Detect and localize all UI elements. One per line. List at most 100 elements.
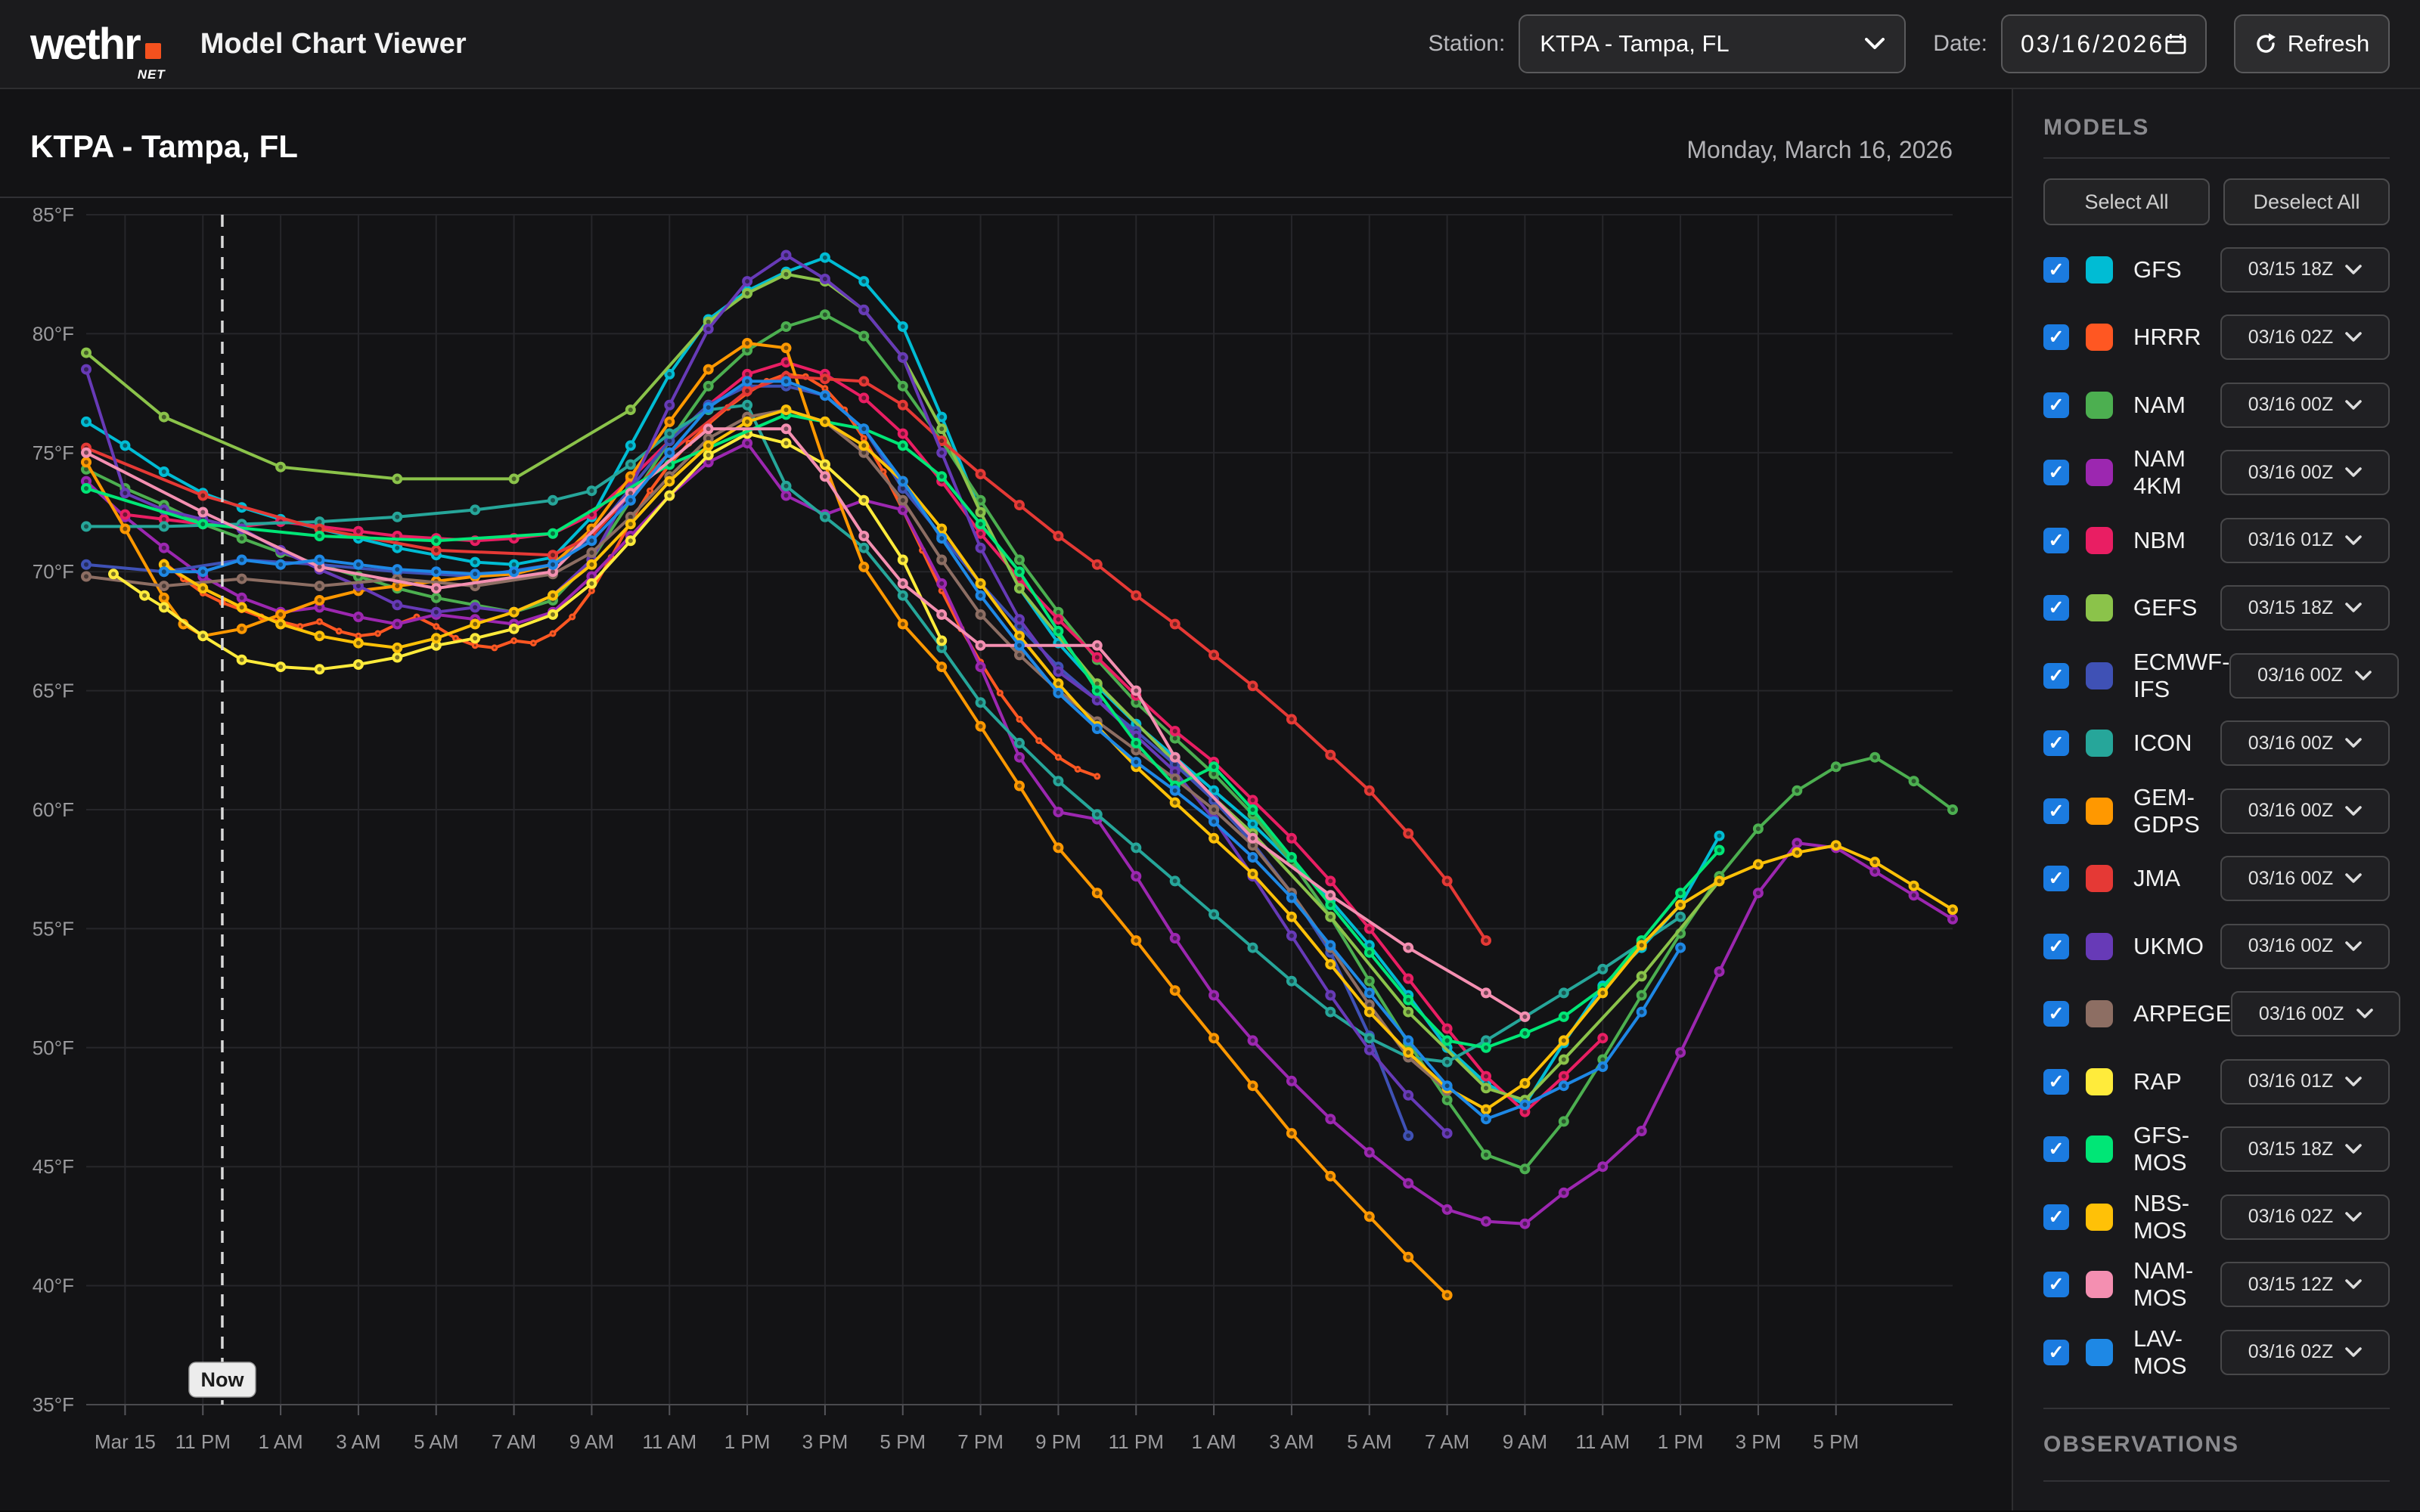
model-color-swatch xyxy=(2086,1136,2113,1163)
model-color-swatch xyxy=(2086,459,2113,486)
model-color-swatch xyxy=(2086,662,2113,689)
model-run-select[interactable]: 03/16 01Z xyxy=(2220,1059,2390,1105)
model-checkbox[interactable]: ✓ xyxy=(2043,1001,2069,1027)
refresh-button[interactable]: Refresh xyxy=(2234,14,2390,73)
model-run-value: 03/16 00Z xyxy=(2248,462,2334,484)
model-checkbox[interactable]: ✓ xyxy=(2043,1069,2069,1095)
svg-text:7 AM: 7 AM xyxy=(492,1430,536,1453)
svg-text:Mar 15: Mar 15 xyxy=(95,1430,156,1453)
observations-section-header: OBSERVATIONS xyxy=(2043,1432,2390,1458)
model-checkbox[interactable]: ✓ xyxy=(2043,460,2069,485)
model-run-value: 03/15 18Z xyxy=(2248,259,2334,280)
page-title: Model Chart Viewer xyxy=(200,28,467,60)
model-row-gfs: ✓GFS03/15 18Z xyxy=(2043,236,2390,304)
svg-text:7 AM: 7 AM xyxy=(1425,1430,1469,1453)
model-name-label: NAM 4KM xyxy=(2133,445,2220,500)
model-row-lav-mos: ✓LAV-MOS03/16 02Z xyxy=(2043,1318,2390,1387)
chevron-down-icon xyxy=(2345,941,2362,952)
model-run-value: 03/16 00Z xyxy=(2259,1003,2344,1025)
model-color-swatch xyxy=(2086,392,2113,419)
model-run-select[interactable]: 03/16 02Z xyxy=(2220,1194,2390,1240)
model-checkbox[interactable]: ✓ xyxy=(2043,257,2069,283)
svg-text:1 AM: 1 AM xyxy=(258,1430,302,1453)
model-color-swatch xyxy=(2086,256,2113,284)
model-checkbox[interactable]: ✓ xyxy=(2043,595,2069,621)
series-arpege xyxy=(81,404,1453,1095)
date-input[interactable]: 03/16/2026 xyxy=(2001,14,2207,73)
model-color-swatch xyxy=(2086,798,2113,825)
station-select-value: KTPA - Tampa, FL xyxy=(1540,30,1729,57)
logo-dot-icon xyxy=(145,43,161,59)
model-chart-viewer-app: { "header": { "logo_word": "wethr", "log… xyxy=(0,0,2420,1512)
model-run-select[interactable]: 03/16 00Z xyxy=(2220,720,2390,766)
refresh-icon xyxy=(2254,33,2277,55)
chevron-down-icon xyxy=(2345,1279,2362,1290)
model-list: ✓GFS03/15 18Z✓HRRR03/16 02Z✓NAM03/16 00Z… xyxy=(2043,236,2390,1387)
model-color-swatch xyxy=(2086,527,2113,554)
svg-text:40°F: 40°F xyxy=(33,1275,74,1297)
svg-text:35°F: 35°F xyxy=(33,1393,74,1416)
chevron-down-icon xyxy=(2345,806,2362,816)
model-name-label: JMA xyxy=(2133,865,2220,892)
date-label: Date: xyxy=(1933,31,1987,57)
select-all-button[interactable]: Select All xyxy=(2043,178,2210,225)
model-run-value: 03/16 02Z xyxy=(2248,327,2334,349)
chevron-down-icon xyxy=(2345,738,2362,748)
model-run-select[interactable]: 03/16 00Z xyxy=(2220,789,2390,834)
svg-text:9 AM: 9 AM xyxy=(1503,1430,1547,1453)
model-checkbox[interactable]: ✓ xyxy=(2043,1272,2069,1297)
model-checkbox[interactable]: ✓ xyxy=(2043,730,2069,756)
model-run-select[interactable]: 03/16 00Z xyxy=(2220,450,2390,495)
model-run-value: 03/16 00Z xyxy=(2257,665,2343,686)
date-input-value: 03/16/2026 xyxy=(2021,30,2164,58)
model-row-nam-4km: ✓ NAM 4KM 03/16 00Z xyxy=(2043,439,2390,507)
app-logo: wethr NET xyxy=(30,19,161,70)
model-checkbox[interactable]: ✓ xyxy=(2043,663,2069,689)
model-color-swatch xyxy=(2086,324,2113,351)
sidebar: MODELS Select All Deselect All ✓GFS03/15… xyxy=(2012,89,2420,1510)
svg-text:70°F: 70°F xyxy=(33,560,74,583)
model-checkbox[interactable]: ✓ xyxy=(2043,392,2069,418)
deselect-all-button[interactable]: Deselect All xyxy=(2223,178,2390,225)
svg-text:11 PM: 11 PM xyxy=(175,1430,231,1453)
model-checkbox[interactable]: ✓ xyxy=(2043,528,2069,553)
model-run-select[interactable]: 03/16 00Z xyxy=(2231,991,2400,1036)
model-run-select[interactable]: 03/15 18Z xyxy=(2220,1126,2390,1172)
model-run-select[interactable]: 03/16 00Z xyxy=(2220,856,2390,901)
chevron-down-icon xyxy=(2345,1347,2362,1358)
model-run-value: 03/15 18Z xyxy=(2248,1139,2334,1160)
model-checkbox[interactable]: ✓ xyxy=(2043,1136,2069,1162)
model-run-select[interactable]: 03/16 02Z xyxy=(2220,1330,2390,1375)
model-checkbox[interactable]: ✓ xyxy=(2043,798,2069,824)
model-checkbox[interactable]: ✓ xyxy=(2043,866,2069,891)
svg-text:9 PM: 9 PM xyxy=(1035,1430,1081,1453)
model-row-gem-gdps: ✓GEM-GDPS03/16 00Z xyxy=(2043,777,2390,845)
model-row-nam-mos: ✓NAM-MOS03/15 12Z xyxy=(2043,1251,2390,1319)
models-section-header: MODELS xyxy=(2043,115,2390,141)
model-name-label: NAM xyxy=(2133,392,2220,419)
divider xyxy=(2043,1408,2390,1409)
model-run-select[interactable]: 03/16 00Z xyxy=(2220,383,2390,428)
model-color-swatch xyxy=(2086,1339,2113,1366)
model-run-value: 03/16 02Z xyxy=(2248,1341,2334,1363)
model-run-select[interactable]: 03/15 12Z xyxy=(2220,1262,2390,1307)
chevron-down-icon xyxy=(2345,1144,2362,1154)
model-name-label: ICON xyxy=(2133,730,2220,757)
model-run-select[interactable]: 03/16 00Z xyxy=(2229,653,2399,699)
model-run-select[interactable]: 03/16 00Z xyxy=(2220,924,2390,969)
model-checkbox[interactable]: ✓ xyxy=(2043,934,2069,959)
logo-wordmark: wethr xyxy=(30,19,140,70)
app-header: wethr NET Model Chart Viewer Station: KT… xyxy=(0,0,2420,89)
model-row-ecmwf-ifs: ✓ECMWF-IFS03/16 00Z xyxy=(2043,642,2390,710)
model-name-label: GEFS xyxy=(2133,594,2220,621)
model-row-jma: ✓ JMA03/16 00Z xyxy=(2043,845,2390,913)
model-color-swatch xyxy=(2086,933,2113,960)
model-run-select[interactable]: 03/15 18Z xyxy=(2220,247,2390,293)
model-run-select[interactable]: 03/16 01Z xyxy=(2220,518,2390,563)
model-run-select[interactable]: 03/15 18Z xyxy=(2220,585,2390,631)
station-select[interactable]: KTPA - Tampa, FL xyxy=(1519,14,1906,73)
model-run-select[interactable]: 03/16 02Z xyxy=(2220,314,2390,360)
model-checkbox[interactable]: ✓ xyxy=(2043,324,2069,350)
model-checkbox[interactable]: ✓ xyxy=(2043,1340,2069,1365)
model-checkbox[interactable]: ✓ xyxy=(2043,1204,2069,1230)
